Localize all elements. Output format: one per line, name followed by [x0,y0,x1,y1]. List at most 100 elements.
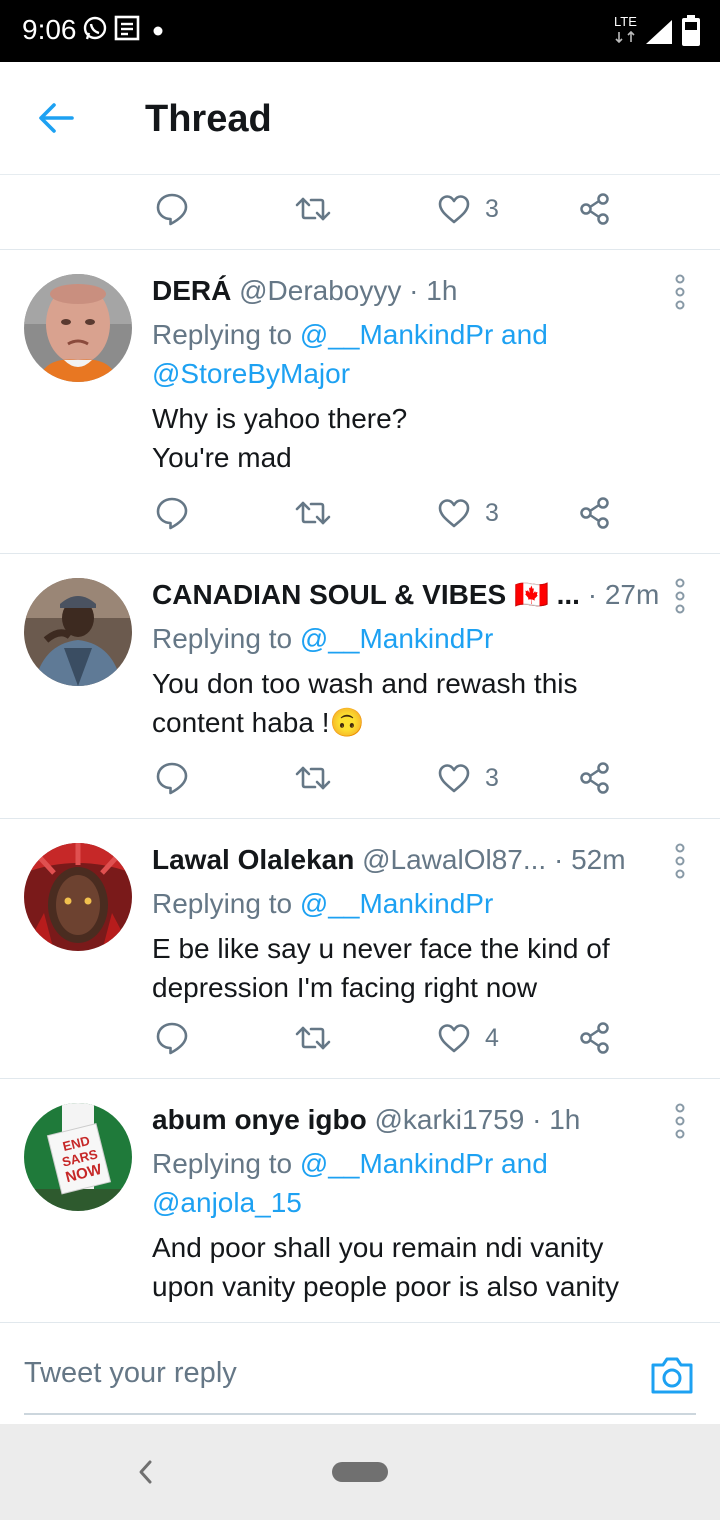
reply-button[interactable] [155,743,189,813]
tweet-item[interactable]: DERÁ @Deraboyyy · 1h Replying to @__Mank… [0,250,720,553]
status-bar: 9:06 LTE [0,0,720,62]
like-icon [437,763,471,793]
avatar[interactable] [24,843,132,951]
tweet-header: Lawal Olalekan @LawalOl87... · 52m [152,841,692,879]
replying-to: Replying to @__MankindPr and @anjola_15 [152,1144,692,1222]
share-button[interactable] [578,174,612,244]
retweet-icon [294,194,332,224]
handle[interactable]: @karki1759 [374,1104,524,1135]
reply-button[interactable] [155,478,189,548]
tweet-actions: 3 [0,174,720,244]
handle[interactable]: @Deraboyyy [239,275,401,306]
nav-back-icon[interactable] [134,1458,158,1486]
replying-to-label: Replying to [152,1148,293,1179]
signal-icon [644,18,674,51]
tweet-header: DERÁ @Deraboyyy · 1h [152,272,692,310]
system-nav-bar [0,1424,720,1520]
avatar[interactable]: END SARS NOW [24,1103,132,1211]
display-name[interactable]: Lawal Olalekan [152,844,354,875]
tweet-text-line: You're mad [152,442,292,473]
share-button[interactable] [578,1003,612,1073]
display-name[interactable]: abum onye igbo [152,1104,367,1135]
reply-icon [155,1021,189,1055]
retweet-button[interactable] [294,743,332,813]
whatsapp-icon [82,14,108,49]
share-icon [578,1021,612,1055]
timestamp: · 1h [409,275,458,306]
tweet-content: Lawal Olalekan @LawalOl87... · 52m Reply… [152,841,692,1007]
replying-to: Replying to @__MankindPr [152,619,692,658]
tweet-text: Why is yahoo there? You're mad [152,399,692,477]
tweet-item[interactable]: CANADIAN SOUL & VIBES 🇨🇦 ... · 27m Reply… [0,554,720,818]
tweet-header: CANADIAN SOUL & VIBES 🇨🇦 ... · 27m [152,576,692,614]
nav-home-pill[interactable] [332,1462,388,1482]
like-count: 3 [485,763,499,792]
avatar[interactable] [24,274,132,382]
display-name[interactable]: DERÁ [152,275,231,306]
tweet-content: DERÁ @Deraboyyy · 1h Replying to @__Mank… [152,272,692,477]
reply-button[interactable] [155,174,189,244]
mention-link[interactable]: @__MankindPr [300,623,493,654]
tweet-text: You don too wash and rewash this content… [152,664,692,742]
reply-icon [155,761,189,795]
more-options-icon[interactable] [672,578,688,614]
like-button[interactable]: 3 [437,174,499,244]
mention-link[interactable]: @__MankindPr [300,888,493,919]
like-icon [437,498,471,528]
mention-link[interactable]: @anjola_15 [152,1187,302,1218]
retweet-icon [294,763,332,793]
tweet-actions: 3 [0,743,720,813]
tweet-header: abum onye igbo @karki1759 · 1h [152,1101,692,1139]
like-button[interactable]: 3 [437,743,499,813]
network-type-label: LTE [614,14,637,29]
reply-icon [155,496,189,530]
retweet-button[interactable] [294,478,332,548]
like-count: 3 [485,194,499,223]
mention-link[interactable]: @__MankindPr and [300,1148,548,1179]
reply-button[interactable] [155,1003,189,1073]
tweet-text-line: content haba !🙃 [152,707,365,738]
replying-to-label: Replying to [152,623,293,654]
tweet-text-line: You don too wash and rewash this [152,668,578,699]
more-options-icon[interactable] [672,843,688,879]
share-button[interactable] [578,478,612,548]
handle[interactable]: @LawalOl87... [362,844,546,875]
tweet-text-line: Why is yahoo there? [152,403,408,434]
timestamp: · 27m [587,579,660,610]
replying-to-label: Replying to [152,319,293,350]
timestamp: · 52m [553,844,626,875]
back-arrow-icon[interactable] [36,98,76,138]
tweet-item[interactable]: END SARS NOW abum onye igbo @karki1759 ·… [0,1079,720,1322]
share-button[interactable] [578,743,612,813]
notification-dot-icon [152,24,164,42]
reply-input[interactable]: Tweet your reply [24,1357,237,1390]
retweet-button[interactable] [294,174,332,244]
retweet-icon [294,1023,332,1053]
like-button[interactable]: 4 [437,1003,499,1073]
tweet-actions: 4 [0,1003,720,1073]
retweet-button[interactable] [294,1003,332,1073]
tweet-text: E be like say u never face the kind of d… [152,929,692,1007]
tweet-text: And poor shall you remain ndi vanity upo… [152,1228,692,1306]
reply-icon [155,192,189,226]
retweet-icon [294,498,332,528]
tweet-item[interactable]: Lawal Olalekan @LawalOl87... · 52m Reply… [0,819,720,1078]
like-button[interactable]: 3 [437,478,499,548]
replying-to: Replying to @__MankindPr [152,884,692,923]
display-name[interactable]: CANADIAN SOUL & VIBES 🇨🇦 ... [152,579,580,610]
input-underline [24,1413,696,1415]
battery-icon [680,14,702,53]
mention-link[interactable]: @StoreByMajor [152,358,350,389]
tweet-text-line: upon vanity people poor is also vanity [152,1271,619,1302]
mention-link[interactable]: @__MankindPr and [300,319,548,350]
more-options-icon[interactable] [672,274,688,310]
tweet-content: abum onye igbo @karki1759 · 1h Replying … [152,1101,692,1306]
news-icon [114,14,142,49]
camera-icon[interactable] [650,1355,694,1395]
timestamp: · 1h [532,1104,581,1135]
more-options-icon[interactable] [672,1103,688,1139]
avatar[interactable] [24,578,132,686]
replying-to-label: Replying to [152,888,293,919]
page-title: Thread [145,98,272,140]
share-icon [578,192,612,226]
